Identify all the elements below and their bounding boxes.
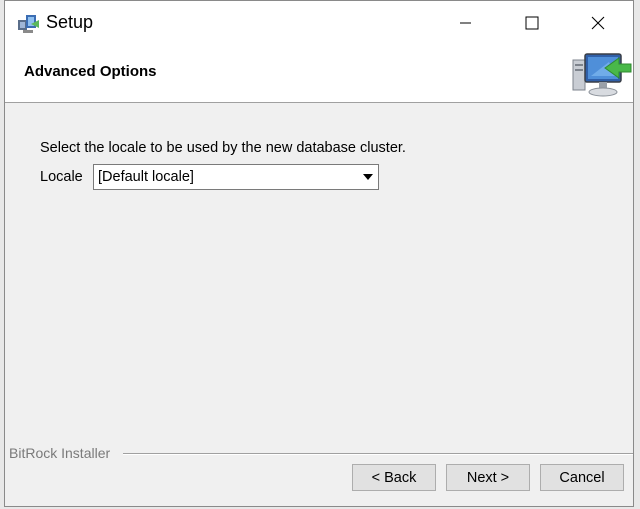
cancel-button[interactable]: Cancel xyxy=(540,464,624,491)
locale-label: Locale xyxy=(40,169,83,185)
installer-brand: BitRock Installer xyxy=(9,445,111,461)
chevron-down-icon xyxy=(363,174,373,180)
close-button[interactable] xyxy=(565,1,631,45)
instruction-text: Select the locale to be used by the new … xyxy=(40,140,406,156)
next-button[interactable]: Next > xyxy=(446,464,530,491)
footer-divider xyxy=(123,453,633,455)
minimize-icon xyxy=(460,22,471,24)
page-header: Advanced Options xyxy=(5,45,633,103)
computer-install-icon xyxy=(569,48,633,100)
locale-selected-value: [Default locale] xyxy=(98,169,194,185)
maximize-button[interactable] xyxy=(499,1,565,45)
close-icon xyxy=(591,16,605,30)
app-icon xyxy=(17,12,41,34)
content-area: Select the locale to be used by the new … xyxy=(5,103,633,451)
maximize-icon xyxy=(525,16,539,30)
setup-window: Setup Advanced Options Select the locale… xyxy=(4,0,634,507)
minimize-button[interactable] xyxy=(433,1,499,45)
locale-dropdown[interactable]: [Default locale] xyxy=(93,164,379,190)
window-title: Setup xyxy=(46,12,94,32)
page-title: Advanced Options xyxy=(24,63,157,80)
back-button[interactable]: < Back xyxy=(352,464,436,491)
title-bar[interactable]: Setup xyxy=(5,1,633,45)
